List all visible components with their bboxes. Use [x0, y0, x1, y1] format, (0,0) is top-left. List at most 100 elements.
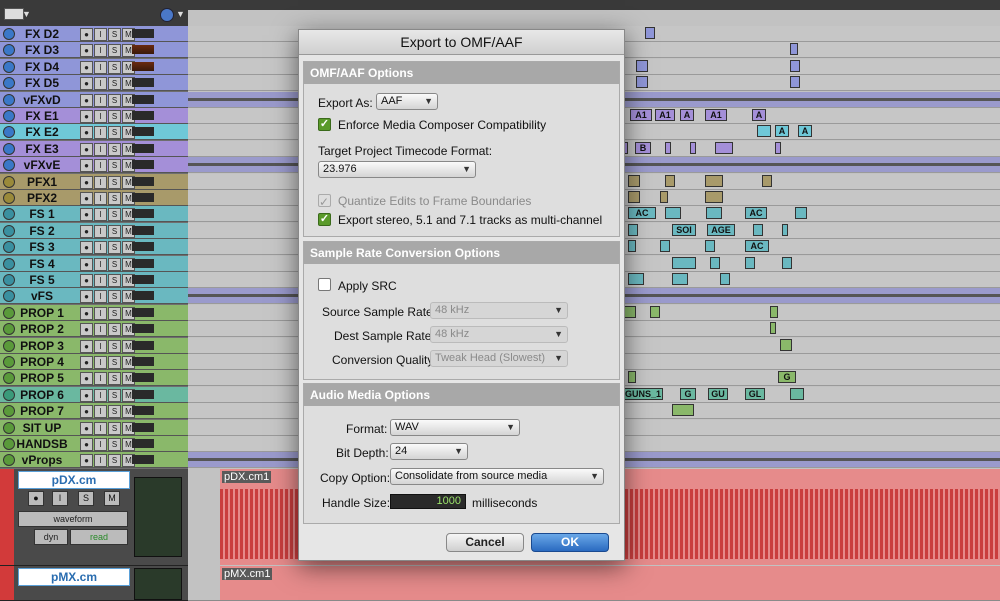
clip[interactable]	[665, 174, 675, 187]
track-row[interactable]: FS 4 ● I S M	[0, 255, 188, 272]
input-button[interactable]: I	[94, 257, 107, 271]
clip[interactable]: B	[635, 141, 651, 154]
solo-button[interactable]: S	[108, 175, 121, 189]
copy-option-select[interactable]: Consolidate from source media ▼	[390, 468, 604, 485]
track-type-icon[interactable]	[3, 44, 15, 57]
clip[interactable]	[690, 141, 696, 154]
track-type-icon[interactable]	[3, 323, 15, 336]
clip[interactable]: A	[752, 109, 766, 121]
clip[interactable]	[628, 371, 636, 384]
clip[interactable]: A1	[655, 109, 675, 121]
clip[interactable]: GUNS_1	[623, 387, 663, 400]
record-button[interactable]: ●	[28, 491, 44, 506]
clip[interactable]	[720, 273, 730, 285]
clip[interactable]	[672, 256, 696, 269]
cancel-button[interactable]: Cancel	[446, 533, 524, 552]
input-button[interactable]: I	[94, 28, 107, 41]
input-button[interactable]: I	[94, 438, 107, 451]
solo-button[interactable]: S	[108, 159, 121, 173]
track-type-icon[interactable]	[3, 60, 15, 73]
input-button[interactable]: I	[94, 142, 107, 156]
record-button[interactable]: ●	[80, 274, 93, 287]
input-button[interactable]: I	[94, 241, 107, 255]
track-type-icon[interactable]	[3, 93, 15, 106]
clip[interactable]	[660, 240, 670, 253]
track-row[interactable]: SIT UP ● I S M	[0, 419, 188, 436]
clip[interactable]: AGE	[707, 223, 735, 236]
record-button[interactable]: ●	[80, 28, 93, 41]
clip[interactable]	[628, 240, 636, 253]
solo-button[interactable]: S	[108, 290, 121, 304]
solo-button[interactable]: S	[78, 491, 94, 506]
record-button[interactable]: ●	[80, 93, 93, 107]
clip[interactable]	[790, 43, 798, 56]
track-type-icon[interactable]	[3, 110, 15, 122]
clip[interactable]	[672, 273, 688, 285]
track-type-icon[interactable]	[3, 208, 15, 221]
clip[interactable]	[705, 191, 723, 203]
record-button[interactable]: ●	[80, 110, 93, 123]
track-row[interactable]: vProps ● I S M	[0, 452, 188, 469]
solo-button[interactable]: S	[108, 192, 121, 205]
handle-size-input[interactable]: 1000	[390, 494, 466, 509]
solo-button[interactable]: S	[108, 306, 121, 320]
track-type-icon[interactable]	[3, 290, 15, 303]
record-button[interactable]: ●	[80, 224, 93, 238]
automation-mode-select[interactable]: read	[70, 529, 128, 545]
clip[interactable]	[753, 223, 763, 236]
track-row[interactable]: PFX2 ● I S M	[0, 190, 188, 206]
track-type-icon[interactable]	[3, 356, 15, 368]
solo-button[interactable]: S	[108, 126, 121, 140]
clip[interactable]	[715, 141, 733, 154]
track-type-icon[interactable]	[3, 454, 15, 467]
clip[interactable]	[790, 59, 800, 72]
track-row[interactable]: FX D4 ● I S M	[0, 58, 188, 75]
record-button[interactable]: ●	[80, 454, 93, 468]
track-row[interactable]: FX E3 ● I S M	[0, 140, 188, 157]
solo-button[interactable]: S	[108, 356, 121, 369]
track-name-field[interactable]: pMX.cm	[18, 568, 130, 586]
input-button[interactable]: I	[94, 93, 107, 107]
record-button[interactable]: ●	[80, 438, 93, 451]
input-button[interactable]: I	[94, 126, 107, 140]
clip[interactable]	[628, 273, 644, 285]
clip[interactable]	[628, 223, 638, 236]
clip[interactable]: AC	[628, 207, 656, 220]
record-button[interactable]: ●	[80, 372, 93, 386]
record-button[interactable]: ●	[80, 388, 93, 402]
input-button[interactable]: I	[94, 372, 107, 386]
clip[interactable]	[705, 240, 715, 253]
clip[interactable]	[628, 174, 640, 187]
track-type-icon[interactable]	[3, 77, 15, 90]
record-button[interactable]: ●	[80, 60, 93, 74]
solo-button[interactable]: S	[108, 323, 121, 337]
track-type-icon[interactable]	[3, 306, 15, 319]
track-row[interactable]: PROP 4 ● I S M	[0, 354, 188, 370]
track-type-icon[interactable]	[3, 126, 15, 139]
solo-button[interactable]: S	[108, 257, 121, 271]
solo-button[interactable]: S	[108, 421, 121, 435]
track-row[interactable]: PROP 2 ● I S M	[0, 321, 188, 338]
clip[interactable]	[710, 256, 720, 269]
format-select[interactable]: WAV ▼	[390, 419, 520, 436]
solo-button[interactable]: S	[108, 241, 121, 255]
track-type-icon[interactable]	[3, 274, 15, 286]
input-button[interactable]: I	[94, 159, 107, 173]
enforce-checkbox[interactable]: ✓	[318, 118, 331, 131]
solo-button[interactable]: S	[108, 388, 121, 402]
input-button[interactable]: I	[94, 110, 107, 123]
solo-button[interactable]: S	[108, 405, 121, 419]
track-row[interactable]: vFXvD ● I S M	[0, 91, 188, 108]
clip[interactable]	[790, 387, 804, 400]
input-button[interactable]: I	[94, 192, 107, 205]
input-button[interactable]: I	[94, 306, 107, 320]
record-button[interactable]: ●	[80, 208, 93, 222]
track-row[interactable]: vFS ● I S M	[0, 288, 188, 305]
chevron-down-icon[interactable]: ▼	[176, 9, 185, 19]
clip[interactable]: A1	[705, 109, 727, 121]
record-button[interactable]: ●	[80, 290, 93, 304]
input-button[interactable]: I	[94, 405, 107, 419]
input-button[interactable]: I	[52, 491, 68, 506]
record-button[interactable]: ●	[80, 142, 93, 156]
clip[interactable]: A1	[630, 109, 652, 121]
